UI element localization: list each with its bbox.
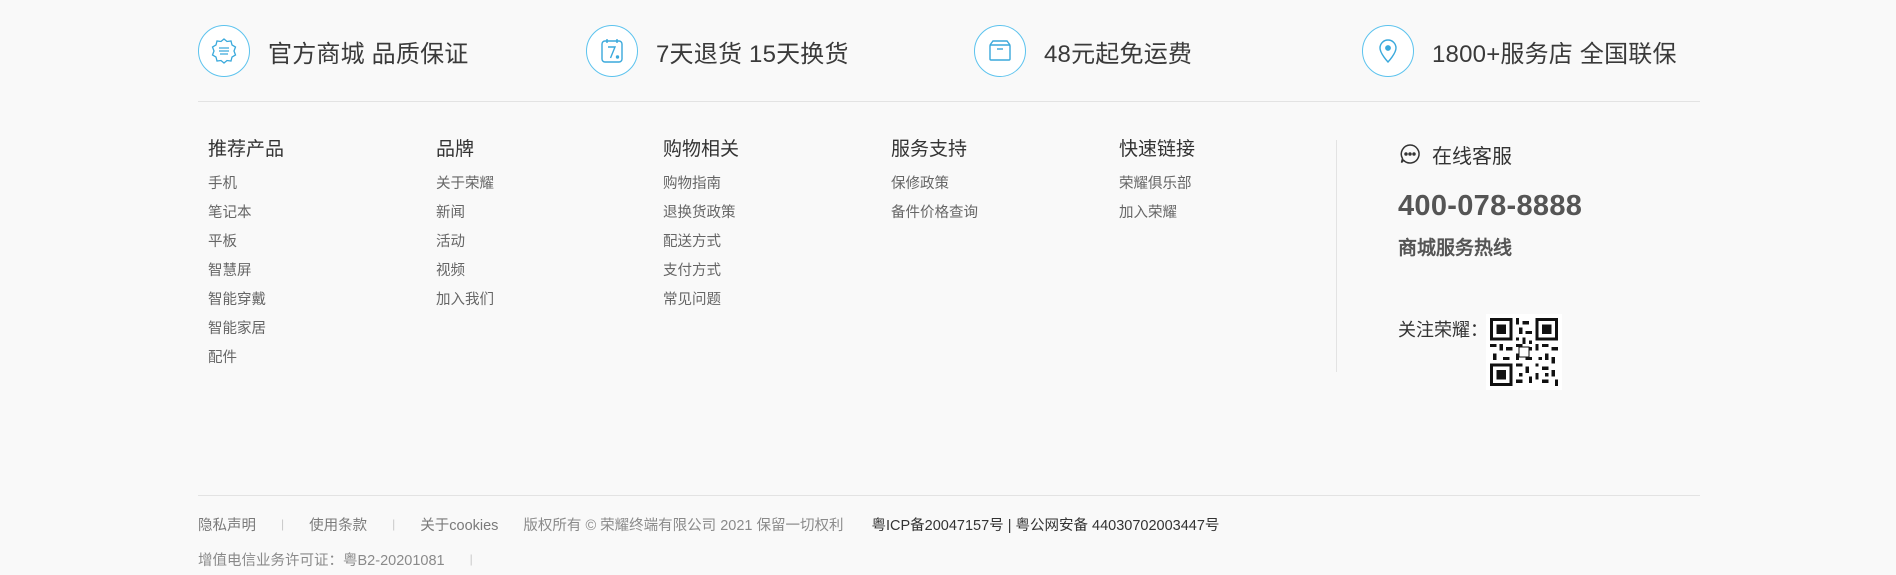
promise-shipping-text: 48元起免运费 [1044, 40, 1193, 68]
service-promises: 官方商城 品质保证 7天退货 15天换货 48元起免运费 1800+服务店 全国… [198, 0, 1700, 102]
footer-link[interactable]: 荣耀俱乐部 [1119, 170, 1195, 199]
footer-link[interactable]: 智能家居 [208, 315, 284, 344]
footer-column-support: 服务支持 保修政策 备件价格查询 [891, 138, 978, 228]
icp-link[interactable]: 粤ICP备20047157号 | 粤公网安备 44030702003447号 [871, 514, 1219, 535]
copyright-text: 版权所有 © 荣耀终端有限公司 2021 保留一切权利 [523, 517, 844, 534]
online-service-label: 在线客服 [1432, 145, 1512, 168]
footer-link[interactable]: 购物指南 [663, 170, 739, 199]
seven-day-return-icon [586, 25, 638, 77]
separator: | [392, 517, 396, 531]
footer-column-shopping: 购物相关 购物指南 退换货政策 配送方式 支付方式 常见问题 [663, 138, 739, 315]
footer-link[interactable]: 笔记本 [208, 199, 284, 228]
footer-link[interactable]: 平板 [208, 228, 284, 257]
footer: 官方商城 品质保证 7天退货 15天换货 48元起免运费 1800+服务店 全国… [198, 0, 1700, 575]
column-title: 推荐产品 [208, 139, 285, 160]
legal-links: 隐私声明 | 使用条款 | 关于cookies 版权所有 © 荣耀终端有限公司 … [198, 514, 1219, 535]
column-title: 购物相关 [663, 139, 740, 160]
promise-service-stores[interactable]: 1800+服务店 全国联保 [1362, 25, 1677, 77]
column-title: 快速链接 [1119, 139, 1196, 160]
footer-link[interactable]: 智能穿戴 [208, 286, 284, 315]
customer-service: 在线客服 400-078-8888 商城服务热线 关注荣耀： [1398, 138, 1698, 390]
footer-link[interactable]: 关于荣耀 [436, 170, 494, 199]
footer-link[interactable]: 退换货政策 [663, 199, 739, 228]
footer-link[interactable]: 手机 [208, 170, 284, 199]
separator: | [281, 517, 285, 531]
footer-link[interactable]: 加入我们 [436, 286, 494, 315]
footer-link[interactable]: 活动 [436, 228, 494, 257]
column-divider [1336, 140, 1337, 372]
chat-bubble-icon [1400, 144, 1420, 164]
promise-return[interactable]: 7天退货 15天换货 [586, 25, 849, 77]
online-service-button[interactable]: 在线客服 [1398, 138, 1698, 170]
footer-link[interactable]: 配送方式 [663, 228, 739, 257]
footer-column-brand: 品牌 关于荣耀 新闻 活动 视频 加入我们 [436, 138, 494, 315]
terms-link[interactable]: 使用条款 [309, 514, 367, 535]
cookies-link[interactable]: 关于cookies [420, 514, 498, 535]
service-phone: 400-078-8888 [1398, 190, 1583, 222]
footer-link[interactable]: 加入荣耀 [1119, 199, 1195, 228]
column-title: 服务支持 [891, 139, 968, 160]
license-row: 增值电信业务许可证：粤B2-20201081 | [198, 549, 473, 570]
location-pin-icon [1362, 25, 1414, 77]
column-title: 品牌 [436, 139, 475, 160]
footer-link[interactable]: 保修政策 [891, 170, 978, 199]
footer-link[interactable]: 视频 [436, 257, 494, 286]
footer-link[interactable]: 新闻 [436, 199, 494, 228]
badge-quality-icon [198, 25, 250, 77]
promise-service-stores-text: 1800+服务店 全国联保 [1432, 40, 1677, 68]
footer-column-products: 推荐产品 手机 笔记本 平板 智慧屏 智能穿戴 智能家居 配件 [208, 138, 284, 373]
bottom-divider [198, 495, 1700, 496]
promise-return-text: 7天退货 15天换货 [656, 40, 849, 68]
hotline-label: 商城服务热线 [1398, 238, 1513, 259]
promise-quality[interactable]: 官方商城 品质保证 [198, 25, 468, 77]
box-shipping-icon [974, 25, 1026, 77]
license-link[interactable]: 增值电信业务许可证：粤B2-20201081 [198, 549, 445, 570]
footer-link[interactable]: 智慧屏 [208, 257, 284, 286]
separator: | [469, 552, 473, 566]
footer-link[interactable]: 备件价格查询 [891, 199, 978, 228]
footer-link[interactable]: 常见问题 [663, 286, 739, 315]
promise-shipping[interactable]: 48元起免运费 [974, 25, 1192, 77]
promise-quality-text: 官方商城 品质保证 [268, 40, 469, 68]
privacy-link[interactable]: 隐私声明 [198, 514, 256, 535]
footer-link[interactable]: 配件 [208, 344, 284, 373]
footer-column-quick-links: 快速链接 荣耀俱乐部 加入荣耀 [1119, 138, 1195, 228]
follow-label: 关注荣耀： [1398, 320, 1488, 340]
qr-code [1486, 314, 1562, 390]
footer-link[interactable]: 支付方式 [663, 257, 739, 286]
